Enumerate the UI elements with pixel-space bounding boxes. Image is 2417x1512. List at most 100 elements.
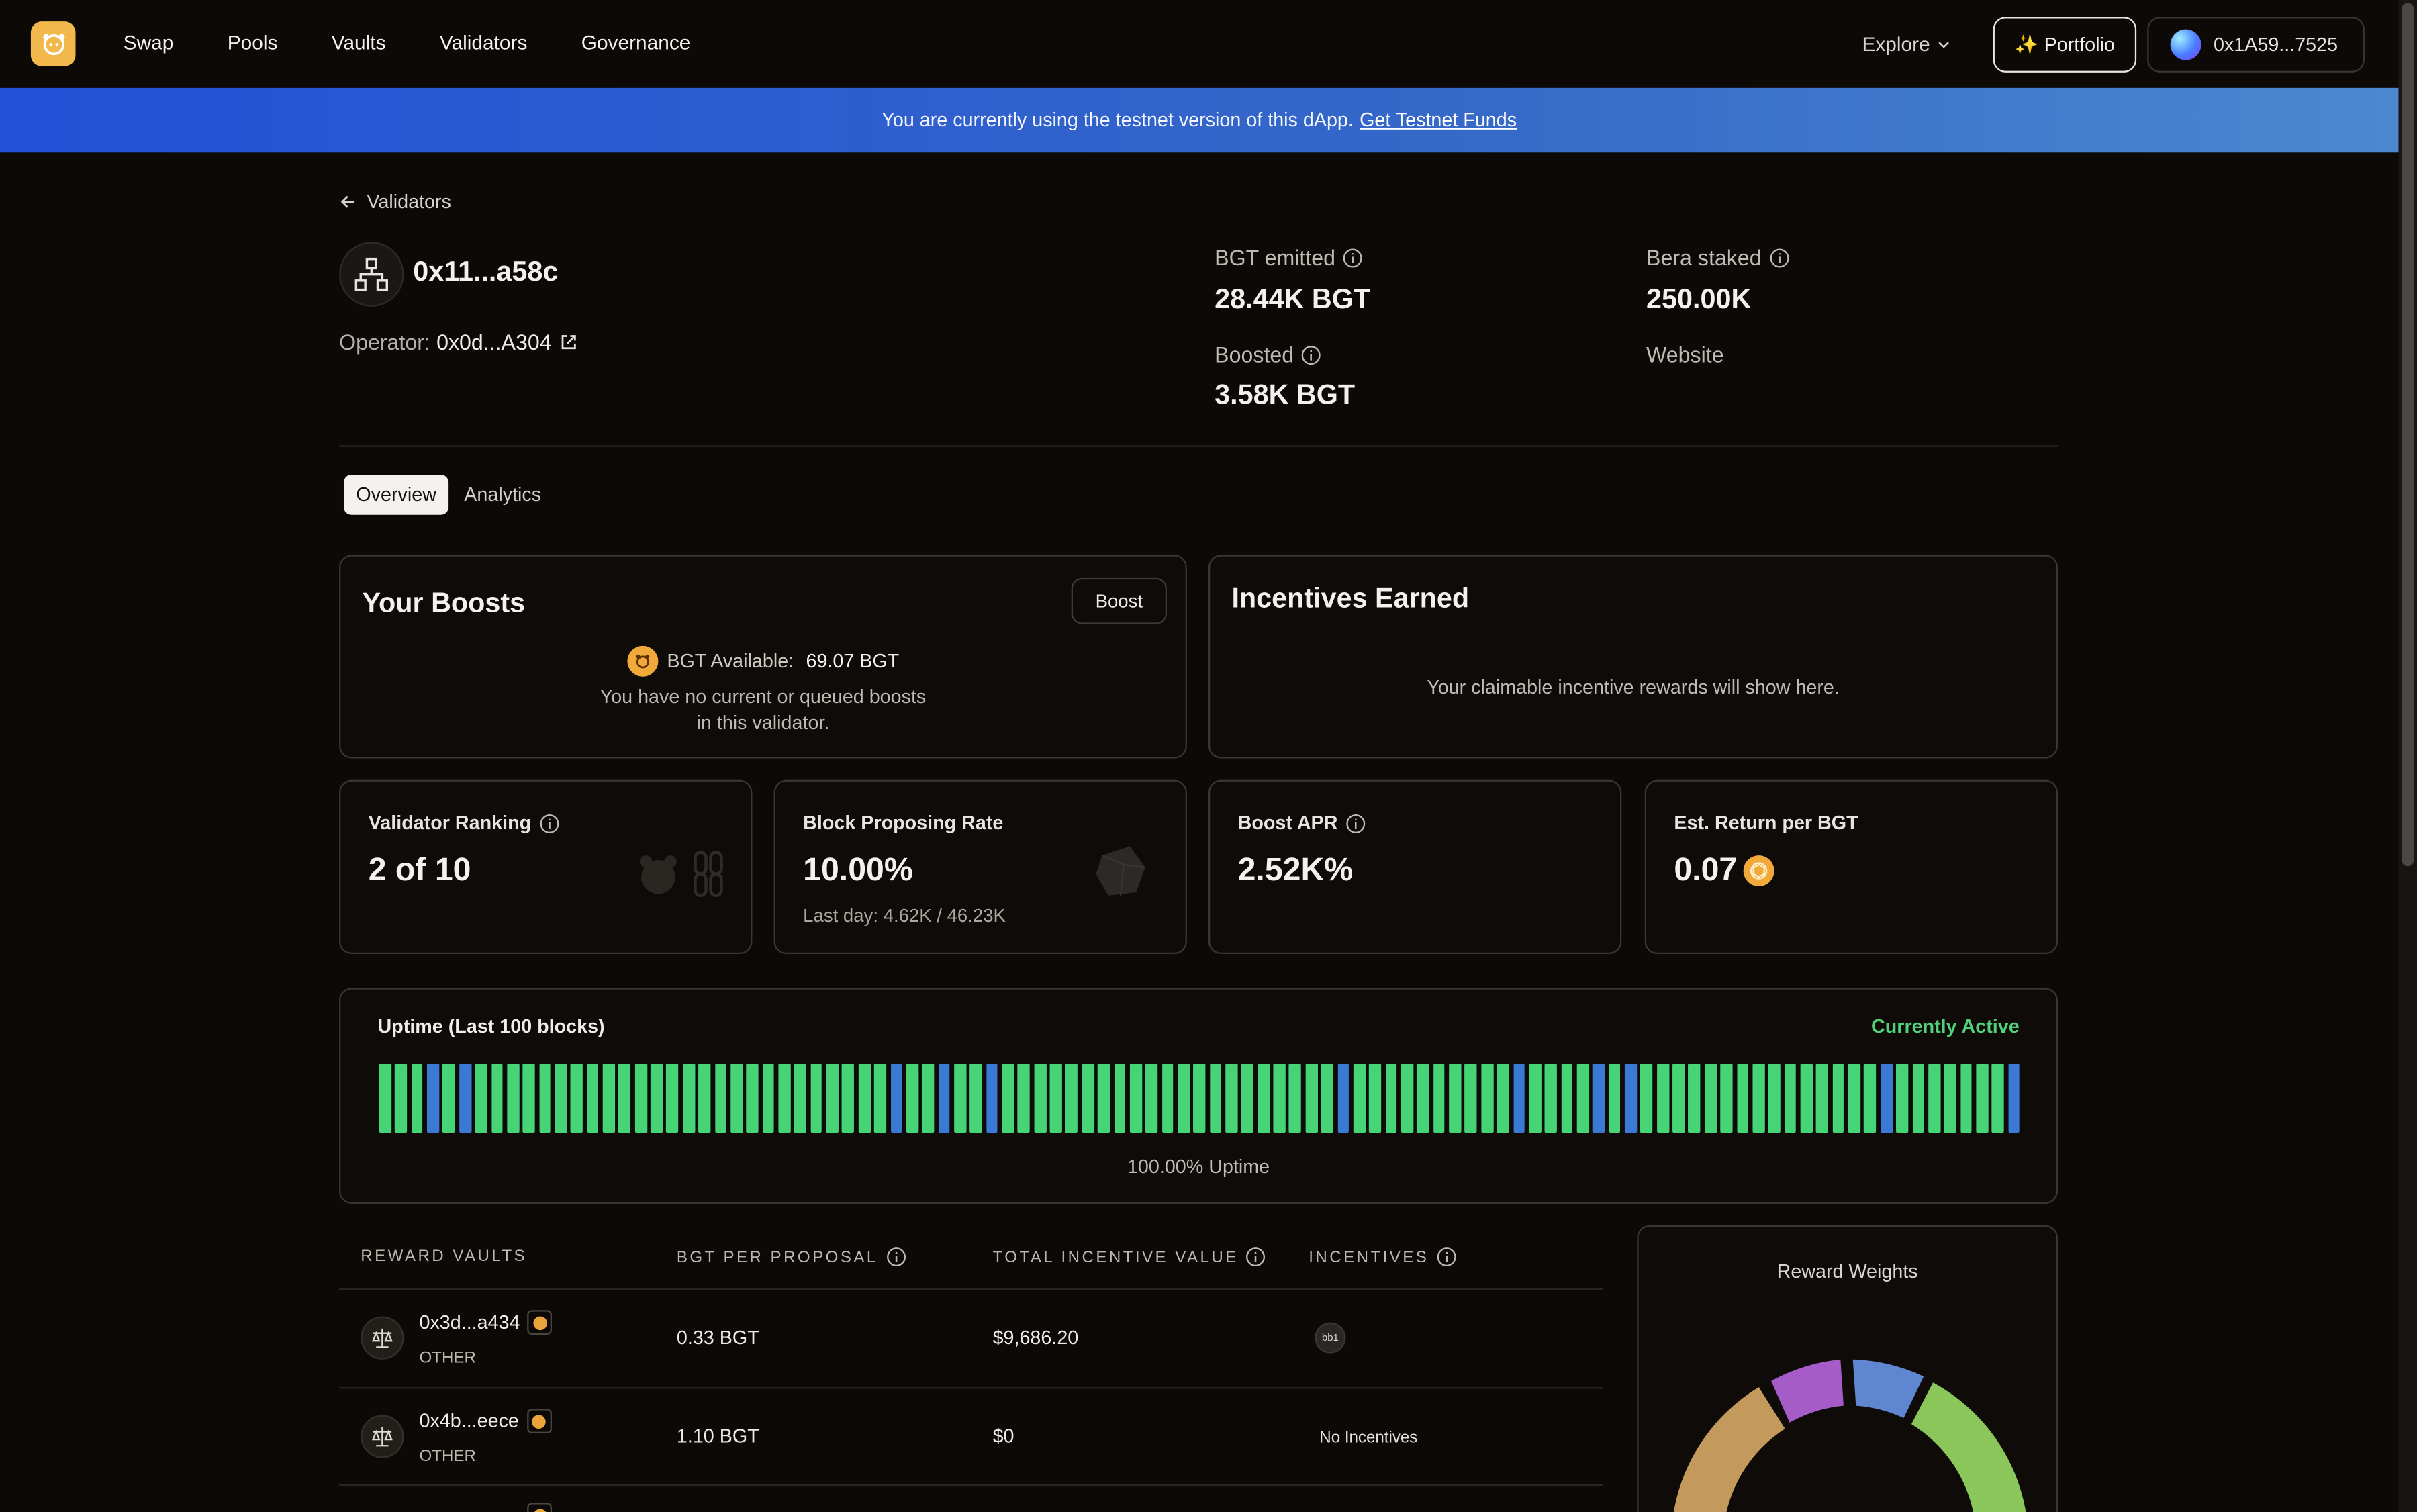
uptime-block[interactable] [1640, 1063, 1653, 1133]
uptime-block[interactable] [1624, 1063, 1637, 1133]
uptime-block[interactable] [1704, 1063, 1717, 1133]
uptime-block[interactable] [602, 1063, 615, 1133]
uptime-block[interactable] [778, 1063, 791, 1133]
uptime-block[interactable] [1033, 1063, 1046, 1133]
scrollbar-thumb[interactable] [2402, 3, 2414, 867]
back-to-validators-link[interactable]: Validators [339, 191, 451, 213]
uptime-block[interactable] [475, 1063, 487, 1133]
uptime-block[interactable] [1672, 1063, 1685, 1133]
vault-name[interactable]: 0x3d...a434 [419, 1310, 553, 1335]
uptime-block[interactable] [1082, 1063, 1094, 1133]
uptime-block[interactable] [1162, 1063, 1174, 1133]
uptime-block[interactable] [698, 1063, 711, 1133]
uptime-block[interactable] [1098, 1063, 1110, 1133]
boost-button[interactable]: Boost [1071, 577, 1168, 624]
uptime-block[interactable] [1049, 1063, 1062, 1133]
uptime-block[interactable] [507, 1063, 519, 1133]
uptime-block[interactable] [395, 1063, 408, 1133]
uptime-block[interactable] [1480, 1063, 1493, 1133]
uptime-block[interactable] [922, 1063, 935, 1133]
uptime-block[interactable] [1353, 1063, 1366, 1133]
uptime-block[interactable] [842, 1063, 855, 1133]
uptime-block[interactable] [1609, 1063, 1621, 1133]
uptime-block[interactable] [1449, 1063, 1462, 1133]
uptime-block[interactable] [1225, 1063, 1238, 1133]
uptime-block[interactable] [1241, 1063, 1253, 1133]
uptime-block[interactable] [634, 1063, 647, 1133]
uptime-block[interactable] [906, 1063, 918, 1133]
uptime-block[interactable] [1768, 1063, 1781, 1133]
uptime-block[interactable] [1178, 1063, 1190, 1133]
uptime-block[interactable] [986, 1063, 998, 1133]
uptime-block[interactable] [938, 1063, 951, 1133]
uptime-block[interactable] [746, 1063, 759, 1133]
uptime-block[interactable] [1912, 1063, 1924, 1133]
uptime-block[interactable] [1209, 1063, 1222, 1133]
uptime-block[interactable] [1433, 1063, 1446, 1133]
portfolio-button[interactable]: ✨ Portfolio [1993, 17, 2137, 73]
nav-governance[interactable]: Governance [581, 31, 691, 54]
wallet-button[interactable]: 0x1A59...7525 [2147, 17, 2365, 73]
uptime-block[interactable] [1816, 1063, 1829, 1133]
weight-segment[interactable] [1911, 1382, 2027, 1512]
uptime-block[interactable] [491, 1063, 504, 1133]
info-icon[interactable] [1769, 247, 1789, 267]
uptime-block[interactable] [1800, 1063, 1813, 1133]
info-icon[interactable] [886, 1247, 906, 1267]
uptime-block[interactable] [1145, 1063, 1158, 1133]
uptime-block[interactable] [1960, 1063, 1973, 1133]
uptime-block[interactable] [666, 1063, 679, 1133]
uptime-block[interactable] [1465, 1063, 1477, 1133]
uptime-block[interactable] [1401, 1063, 1413, 1133]
info-icon[interactable] [1437, 1247, 1457, 1267]
tab-analytics[interactable]: Analytics [452, 475, 554, 515]
uptime-block[interactable] [1273, 1063, 1286, 1133]
weight-segment[interactable] [1852, 1359, 1924, 1418]
uptime-block[interactable] [890, 1063, 902, 1133]
operator-address[interactable]: 0x0d...A304 [436, 330, 552, 355]
uptime-block[interactable] [459, 1063, 471, 1133]
uptime-block[interactable] [1752, 1063, 1765, 1133]
get-testnet-funds-link[interactable]: Get Testnet Funds [1360, 109, 1517, 131]
uptime-block[interactable] [1417, 1063, 1429, 1133]
weight-segment[interactable] [1672, 1387, 1785, 1512]
nav-pools[interactable]: Pools [228, 31, 278, 54]
uptime-block[interactable] [522, 1063, 535, 1133]
uptime-block[interactable] [1784, 1063, 1797, 1133]
uptime-block[interactable] [1129, 1063, 1142, 1133]
uptime-block[interactable] [794, 1063, 807, 1133]
uptime-block[interactable] [1880, 1063, 1893, 1133]
uptime-block[interactable] [555, 1063, 567, 1133]
uptime-block[interactable] [874, 1063, 886, 1133]
uptime-block[interactable] [1736, 1063, 1749, 1133]
uptime-block[interactable] [969, 1063, 982, 1133]
nav-validators[interactable]: Validators [440, 31, 528, 54]
info-icon[interactable] [1302, 344, 1322, 365]
info-icon[interactable] [1246, 1247, 1266, 1267]
info-icon[interactable] [1343, 247, 1363, 267]
uptime-block[interactable] [1369, 1063, 1382, 1133]
uptime-block[interactable] [1720, 1063, 1733, 1133]
uptime-block[interactable] [810, 1063, 822, 1133]
uptime-block[interactable] [1193, 1063, 1206, 1133]
info-icon[interactable] [1345, 813, 1366, 833]
uptime-block[interactable] [682, 1063, 695, 1133]
website-label[interactable]: Website [1646, 342, 1724, 367]
uptime-block[interactable] [1545, 1063, 1557, 1133]
uptime-block[interactable] [762, 1063, 775, 1133]
uptime-block[interactable] [1321, 1063, 1333, 1133]
uptime-block[interactable] [1944, 1063, 1956, 1133]
uptime-block[interactable] [826, 1063, 839, 1133]
uptime-block[interactable] [1257, 1063, 1270, 1133]
uptime-block[interactable] [1656, 1063, 1669, 1133]
nav-swap[interactable]: Swap [124, 31, 174, 54]
bera-logo-icon[interactable] [30, 21, 76, 66]
uptime-block[interactable] [538, 1063, 551, 1133]
uptime-block[interactable] [618, 1063, 631, 1133]
uptime-block[interactable] [1513, 1063, 1525, 1133]
col-header-total-incentive[interactable]: TOTAL INCENTIVE VALUE [993, 1247, 1266, 1267]
incentive-token-icon[interactable]: bb1 [1315, 1322, 1346, 1354]
uptime-block[interactable] [427, 1063, 439, 1133]
uptime-block[interactable] [1864, 1063, 1877, 1133]
col-header-reward-vaults[interactable]: REWARD VAULTS [361, 1247, 527, 1266]
